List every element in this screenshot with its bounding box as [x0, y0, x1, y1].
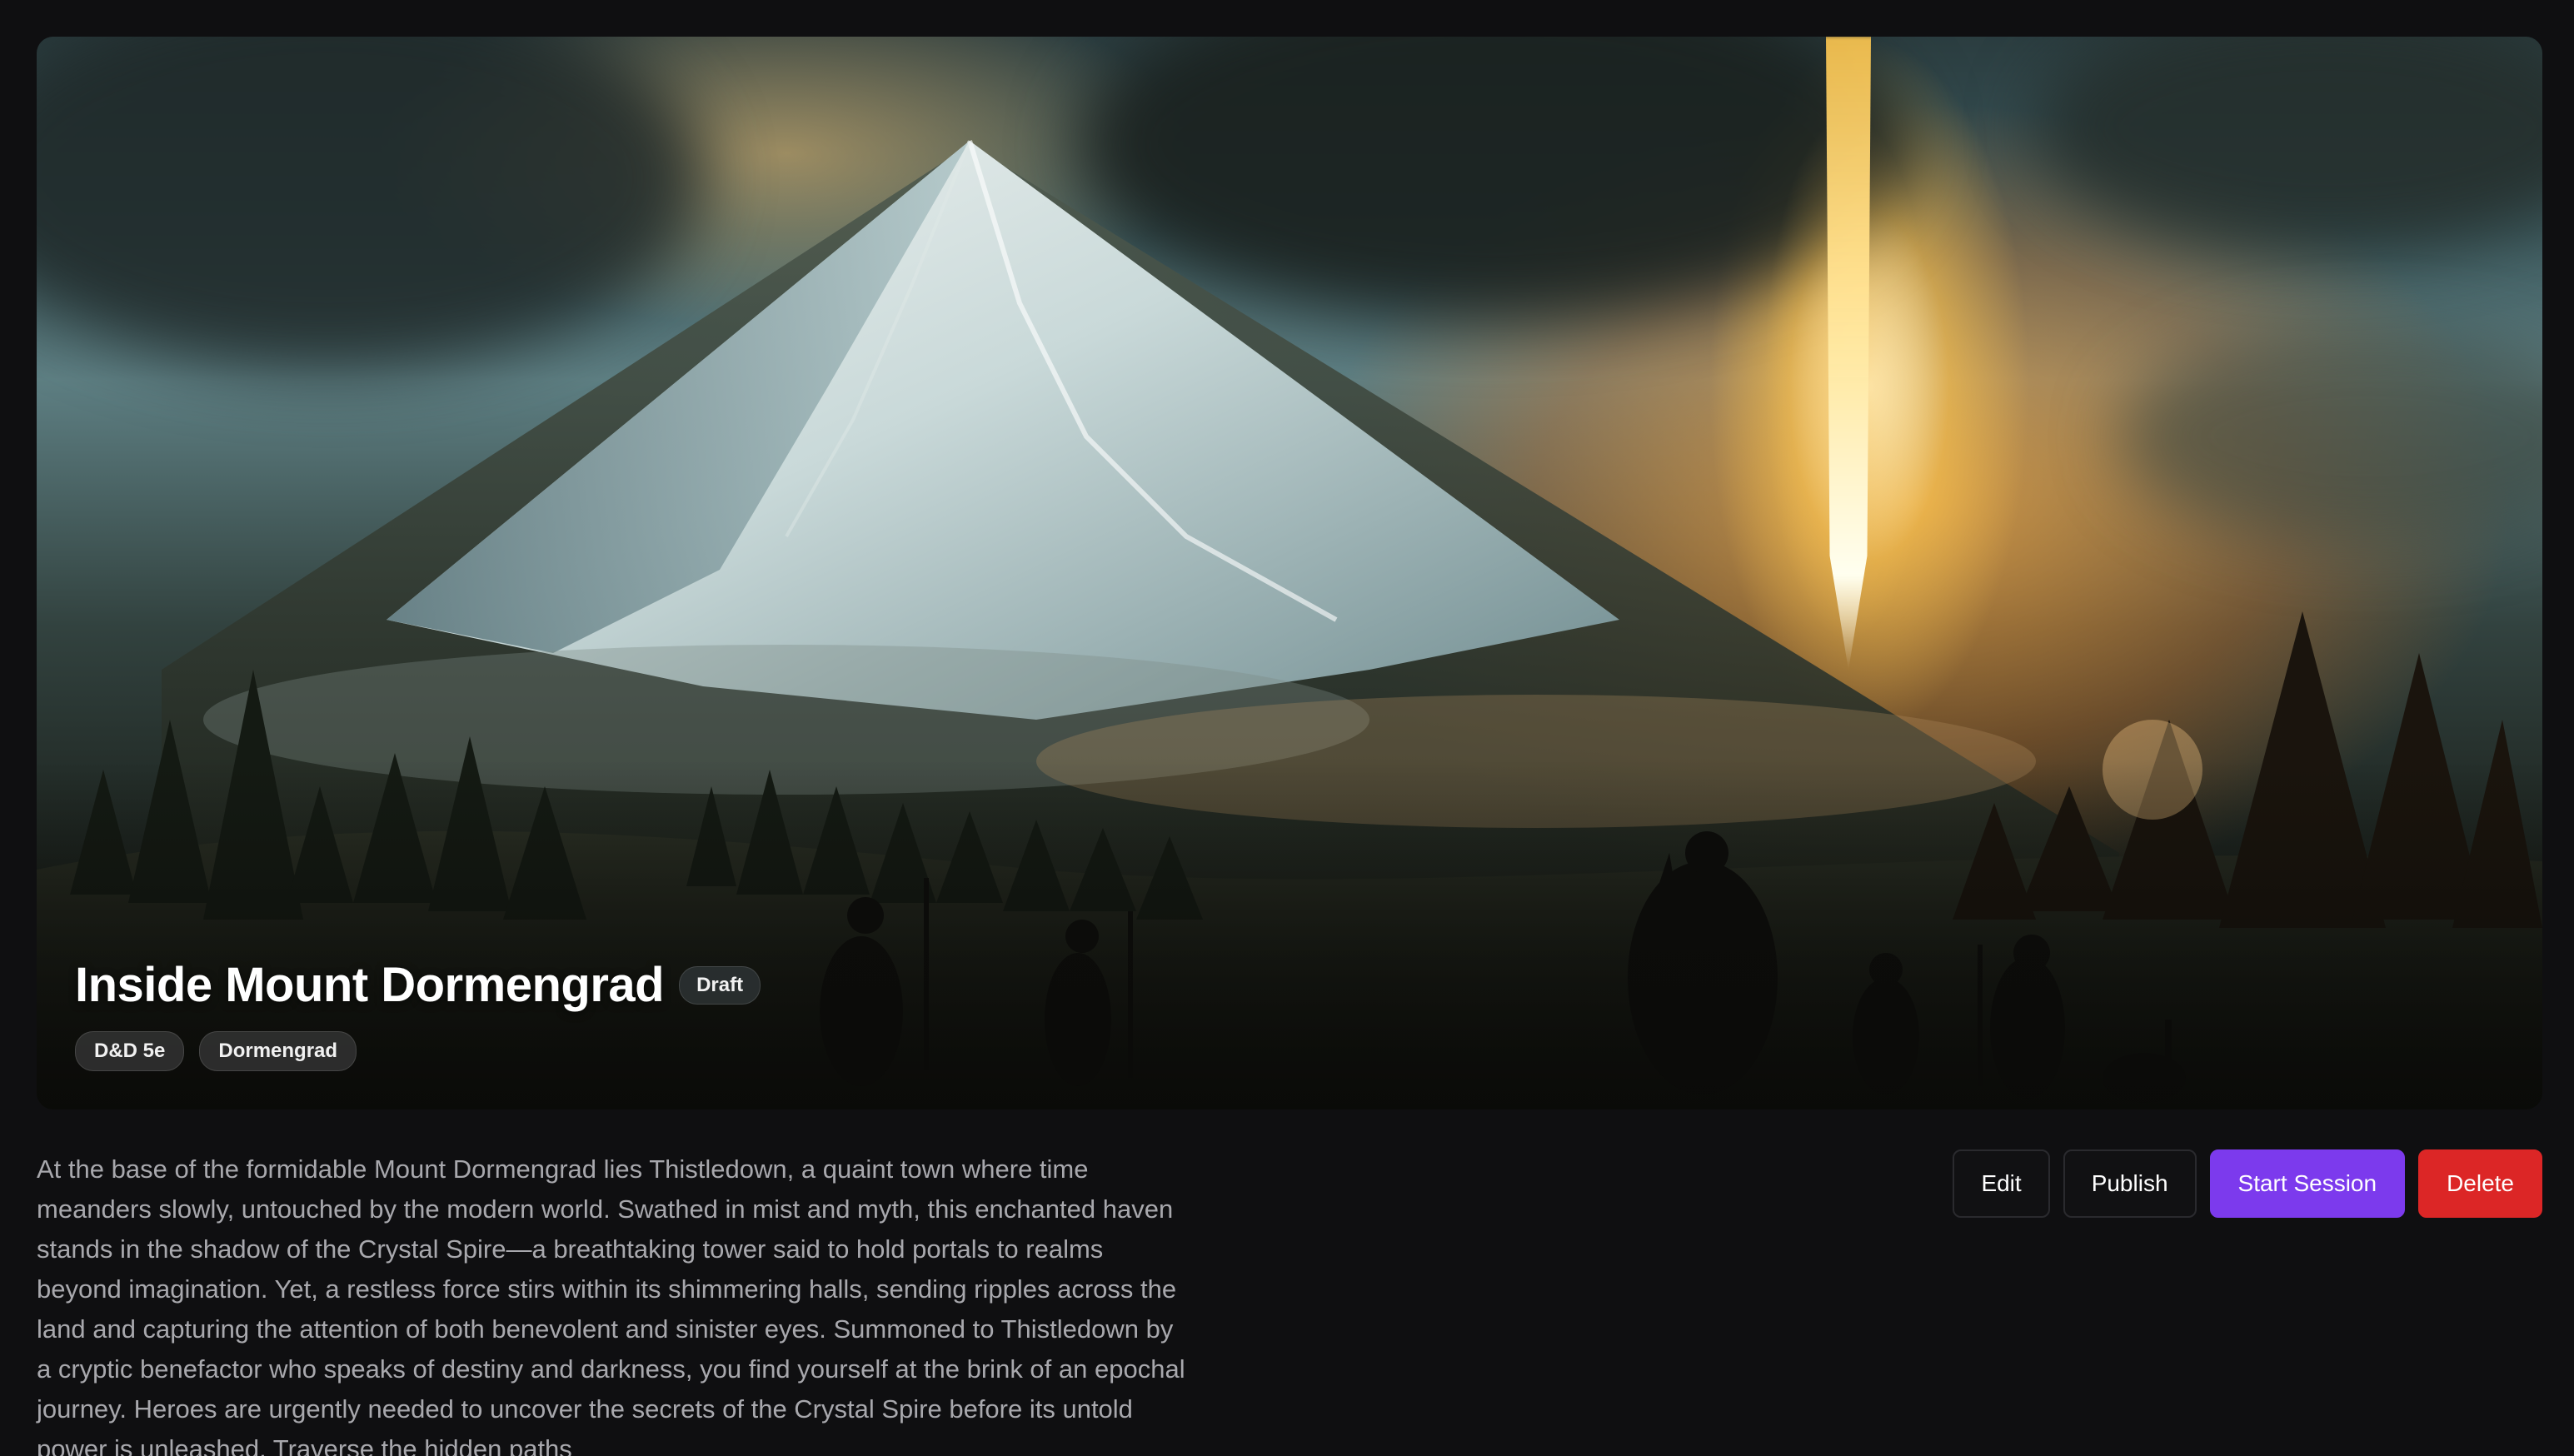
- campaign-title: Inside Mount Dormengrad: [75, 958, 665, 1012]
- edit-button[interactable]: Edit: [1953, 1149, 2050, 1218]
- campaign-page: Inside Mount Dormengrad Draft D&D 5e Dor…: [0, 0, 2574, 1456]
- publish-button[interactable]: Publish: [2063, 1149, 2197, 1218]
- hero-info: Inside Mount Dormengrad Draft D&D 5e Dor…: [75, 957, 761, 1071]
- tag-system: D&D 5e: [75, 1031, 185, 1071]
- delete-button[interactable]: Delete: [2418, 1149, 2542, 1218]
- action-bar: Edit Publish Start Session Delete: [1953, 1149, 2542, 1218]
- campaign-description: At the base of the formidable Mount Dorm…: [37, 1154, 1185, 1456]
- tag-list: D&D 5e Dormengrad: [75, 1031, 761, 1071]
- status-badge: Draft: [679, 965, 761, 1005]
- title-row: Inside Mount Dormengrad Draft: [75, 957, 761, 1013]
- hero-banner: Inside Mount Dormengrad Draft D&D 5e Dor…: [37, 37, 2542, 1109]
- start-session-button[interactable]: Start Session: [2209, 1149, 2406, 1218]
- tag-setting: Dormengrad: [199, 1031, 357, 1071]
